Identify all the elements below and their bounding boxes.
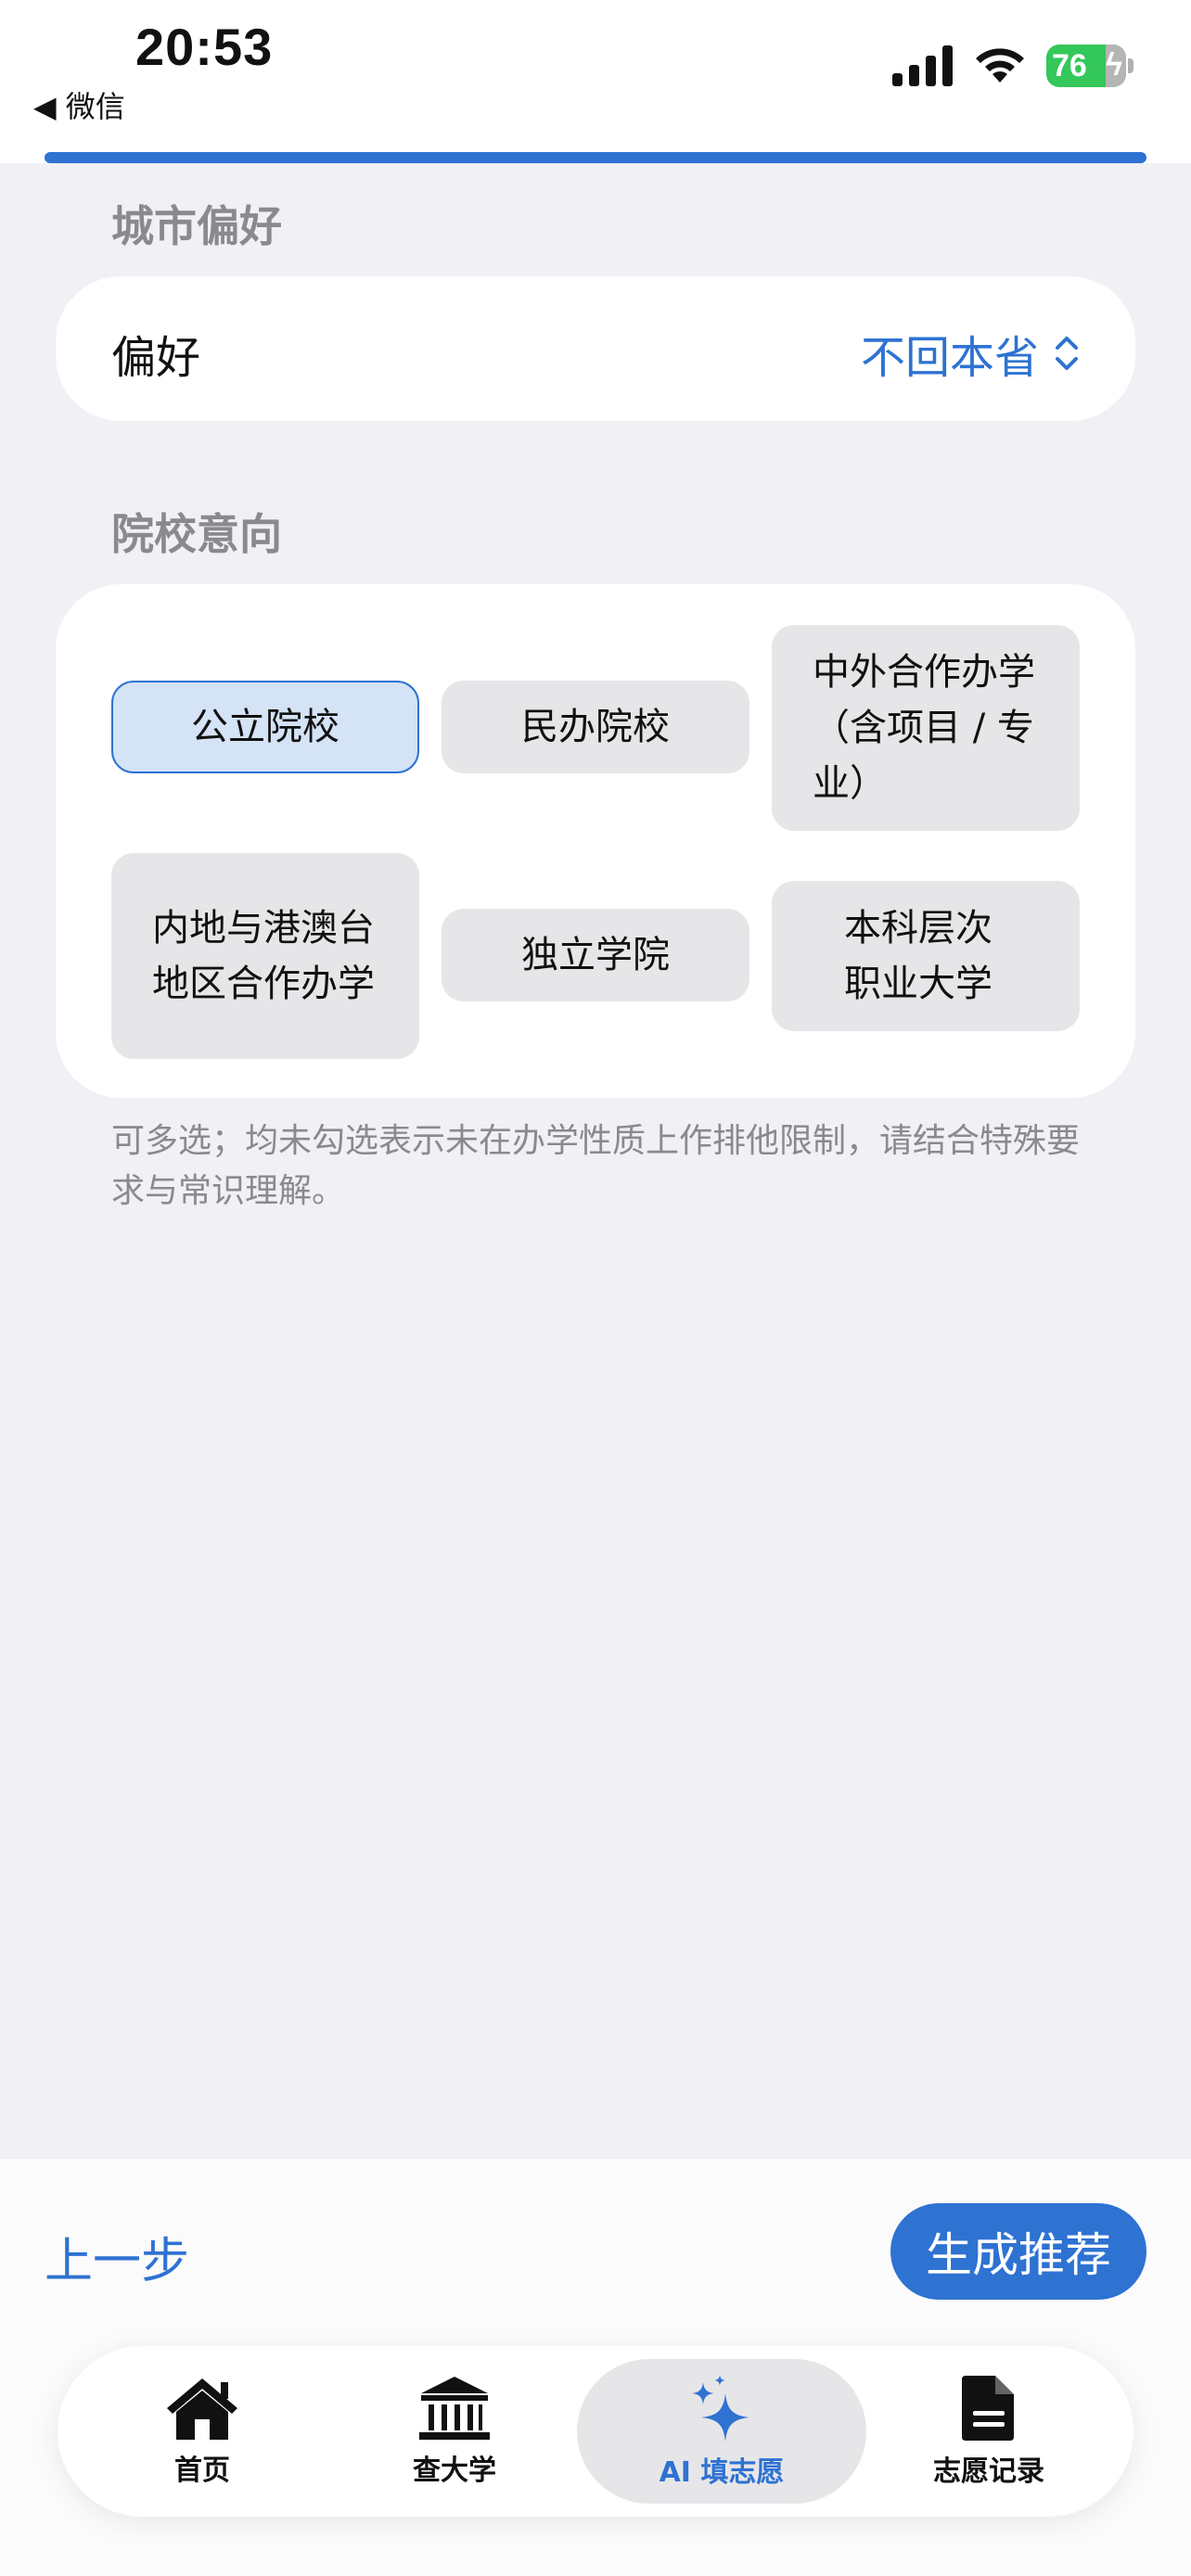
chip-label: 民办院校 xyxy=(521,706,670,748)
tab-label: 志愿记录 xyxy=(933,2455,1044,2488)
university-icon xyxy=(419,2377,490,2440)
tab-home[interactable]: 首页 xyxy=(58,2359,347,2504)
chip-public[interactable]: 公立院校 xyxy=(111,681,419,773)
status-icons: 76 ϟ xyxy=(892,45,1133,87)
chip-private[interactable]: 民办院校 xyxy=(442,681,749,773)
status-bar: 20:53 ◀ 微信 76 ϟ xyxy=(0,0,1191,163)
tab-records[interactable]: 志愿记录 xyxy=(844,2359,1133,2504)
chevron-updown-icon xyxy=(1056,337,1078,370)
home-icon xyxy=(167,2378,237,2440)
tab-universities[interactable]: 查大学 xyxy=(310,2359,599,2504)
clock: 20:53 xyxy=(135,18,274,76)
school-section-title: 院校意向 xyxy=(111,509,282,559)
preference-select[interactable]: 不回本省 xyxy=(861,321,1080,386)
charging-bolt-icon: ϟ xyxy=(1106,47,1122,83)
tab-label: AI 填志愿 xyxy=(659,2456,785,2489)
tab-label: 查大学 xyxy=(413,2455,496,2487)
city-section-title: 城市偏好 xyxy=(111,201,282,251)
previous-step-button[interactable]: 上一步 xyxy=(45,2222,189,2291)
city-preference-card[interactable]: 偏好 不回本省 xyxy=(56,276,1135,421)
back-to-wechat[interactable]: ◀ 微信 xyxy=(33,83,125,126)
signal-icon xyxy=(892,45,953,86)
chip-independent[interactable]: 独立学院 xyxy=(442,909,749,1001)
chip-vocational-university[interactable]: 本科层次职业大学 xyxy=(772,881,1080,1031)
tab-label: 首页 xyxy=(174,2455,230,2487)
document-icon xyxy=(962,2376,1014,2441)
tab-ai-fill[interactable]: AI 填志愿 xyxy=(577,2359,866,2504)
school-intention-card: 公立院校 民办院校 中外合作办学（含项目 / 专业） 内地与港澳台地区合作办学 … xyxy=(56,584,1135,1098)
chip-label: 中外合作办学（含项目 / 专业） xyxy=(813,651,1035,805)
chip-label: 独立学院 xyxy=(521,934,670,976)
chip-sino-foreign[interactable]: 中外合作办学（含项目 / 专业） xyxy=(772,625,1080,831)
multi-select-hint: 可多选；均未勾选表示未在办学性质上作排他限制，请结合特殊要求与常识理解。 xyxy=(111,1122,1081,1210)
sparkle-icon xyxy=(692,2375,749,2442)
chip-label: 公立院校 xyxy=(191,706,339,748)
chip-hk-macau-taiwan[interactable]: 内地与港澳台地区合作办学 xyxy=(111,853,419,1059)
battery-indicator: 76 ϟ xyxy=(1046,45,1133,87)
preference-value: 不回本省 xyxy=(860,332,1039,384)
chip-label: 内地与港澳台地区合作办学 xyxy=(152,907,375,1005)
preference-label: 偏好 xyxy=(111,332,201,384)
battery-level: 76 xyxy=(1052,47,1087,83)
chip-label: 本科层次职业大学 xyxy=(844,907,992,1005)
progress-bar xyxy=(45,152,1146,163)
tab-bar: 首页 查大学 AI 填志愿 志愿记录 xyxy=(58,2346,1133,2517)
wifi-icon xyxy=(976,48,1024,83)
generate-recommendation-button[interactable]: 生成推荐 xyxy=(890,2203,1146,2300)
